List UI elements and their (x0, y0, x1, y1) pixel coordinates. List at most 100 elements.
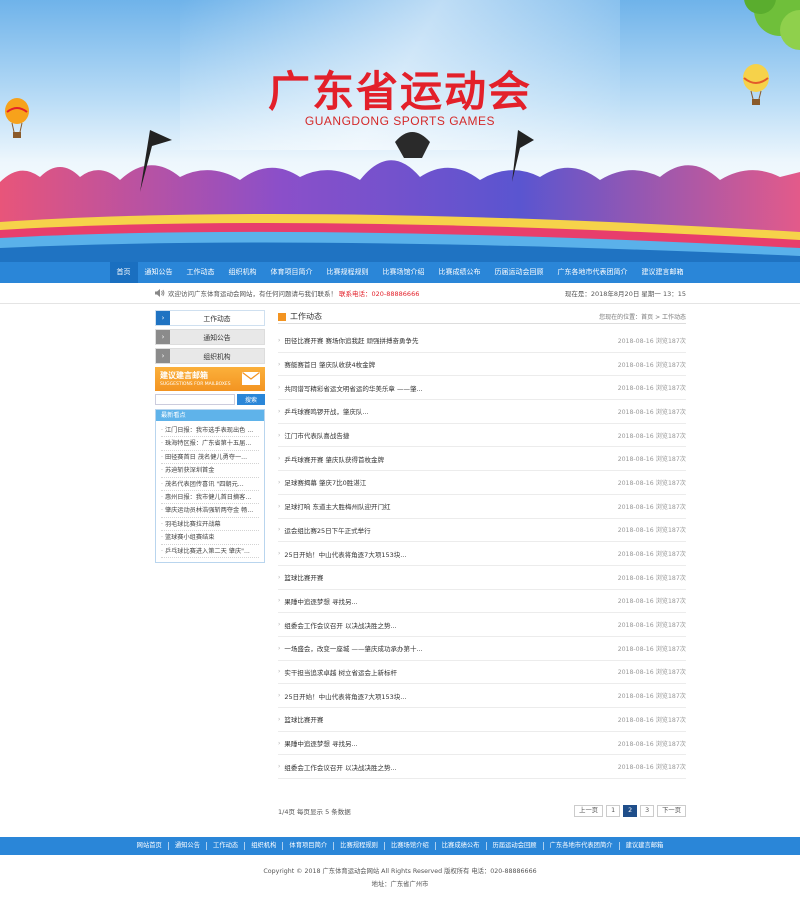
nav-item-results[interactable]: 比赛成绩公布 (432, 262, 488, 283)
list-item[interactable]: 田径赛首日 茂名健儿勇夺一... (161, 451, 259, 465)
article-title[interactable]: 25日开始！中山代表将角逐7大项153块... (284, 549, 617, 559)
page-1-button[interactable]: 1 (606, 805, 621, 817)
prev-page-button[interactable]: 上一页 (574, 805, 604, 817)
article-title[interactable]: 25日开始！中山代表将角逐7大项153块... (284, 691, 617, 701)
article-title[interactable]: 共同谱写精彩省运文明省运的华美乐章 ——肇... (284, 383, 617, 393)
next-page-button[interactable]: 下一页 (657, 805, 686, 817)
article-title[interactable]: 足球打响 东道主大胜梅州队迎开门红 (284, 501, 617, 511)
article-meta: 2018-08-16 浏览187次 (617, 361, 686, 369)
footer-link-delegations[interactable]: 广东各地市代表团简介 (544, 842, 620, 850)
nav-item-organization[interactable]: 组织机构 (222, 262, 264, 283)
bullet-icon: › (278, 431, 281, 439)
sidebar-item-organization[interactable]: › 组织机构 (155, 348, 265, 364)
article-meta: 2018-08-16 浏览187次 (617, 716, 686, 724)
article-row[interactable]: › 田径比赛开赛 赛场你追我赶 顽强拼搏奋勇争先 2018-08-16 浏览187次 (278, 329, 686, 353)
nav-item-venues[interactable]: 比赛场馆介绍 (376, 262, 432, 283)
article-row[interactable]: › 足球赛揭幕 肇庆7比0胜湛江 2018-08-16 浏览187次 (278, 471, 686, 495)
article-title[interactable]: 果陲中追逐梦想 寻找另... (284, 596, 617, 606)
list-item[interactable]: 惠州日报：我市健儿首日摘客... (161, 491, 259, 505)
article-row[interactable]: › 组委会工作会议召开 以决战决胜之势... 2018-08-16 浏览187次 (278, 613, 686, 637)
article-meta: 2018-08-16 浏览187次 (617, 622, 686, 630)
tree-decoration (744, 0, 800, 50)
page-3-button[interactable]: 3 (640, 805, 655, 817)
list-item[interactable]: 篮球赛小组赛结束 (161, 531, 259, 545)
footer-link-rules[interactable]: 比赛规程规则 (334, 842, 385, 850)
nav-item-rules[interactable]: 比赛规程规则 (320, 262, 376, 283)
nav-item-mailbox[interactable]: 建议建言邮箱 (635, 262, 691, 283)
article-title[interactable]: 乒乓球赛鸣锣开战，肇庆队... (284, 406, 617, 416)
list-item[interactable]: 珠海特区报：广东省第十五届... (161, 437, 259, 451)
nav-item-notices[interactable]: 通知公告 (138, 262, 180, 283)
list-item[interactable]: 乒乓球比赛进入第二天 肇庆"... (161, 545, 259, 558)
article-meta: 2018-08-16 浏览187次 (617, 645, 686, 653)
article-row[interactable]: › 江门市代表队喜战告捷 2018-08-16 浏览187次 (278, 424, 686, 448)
article-row[interactable]: › 25日开始！中山代表将角逐7大项153块... 2018-08-16 浏览187… (278, 684, 686, 708)
sidebar-item-notices[interactable]: › 通知公告 (155, 329, 265, 345)
page-2-button[interactable]: 2 (623, 805, 638, 817)
article-title[interactable]: 赛艇赛首日 肇庆队收获4枚金牌 (284, 359, 617, 369)
section-header: 工作动态 您现在的位置：首页 > 工作动态 (278, 310, 686, 324)
article-title[interactable]: 篮球比赛开赛 (284, 572, 617, 582)
pagination-info: 1/4页 每页显示 5 条数据 (278, 808, 351, 816)
article-title[interactable]: 组委会工作会议召开 以决战决胜之势... (284, 762, 617, 772)
list-item[interactable]: 江门日报：我市选手表现出色 ... (161, 424, 259, 438)
sidebar-item-news[interactable]: › 工作动态 (155, 310, 265, 326)
footer-link-sports[interactable]: 体育项目简介 (283, 842, 335, 850)
article-title[interactable]: 足球赛揭幕 肇庆7比0胜湛江 (284, 477, 617, 487)
article-row[interactable]: › 运会组比赛25日下午正式举行 2018-08-16 浏览187次 (278, 519, 686, 543)
article-row[interactable]: › 一场盛会，改变一座城 ——肇庆成功承办第十... 2018-08-16 浏览18… (278, 637, 686, 661)
article-meta: 2018-08-16 浏览187次 (617, 527, 686, 535)
bullet-icon: › (278, 360, 281, 368)
bullet-icon: › (278, 384, 281, 392)
nav-item-history[interactable]: 历届运动会回顾 (488, 262, 551, 283)
footer-link-notices[interactable]: 通知公告 (169, 842, 208, 850)
article-meta: 2018-08-16 浏览187次 (617, 456, 686, 464)
article-title[interactable]: 江门市代表队喜战告捷 (284, 430, 617, 440)
article-row[interactable]: › 共同谱写精彩省运文明省运的华美乐章 ——肇... 2018-08-16 浏览18… (278, 376, 686, 401)
article-row[interactable]: › 果陲中追逐梦想 寻找另... 2018-08-16 浏览187次 (278, 590, 686, 614)
footer-link-venues[interactable]: 比赛场馆介绍 (385, 842, 436, 850)
list-item[interactable]: 茂名代表团传喜讯 "四朝元... (161, 478, 259, 491)
article-row[interactable]: › 25日开始！中山代表将角逐7大项153块... 2018-08-16 浏览187… (278, 542, 686, 566)
article-title[interactable]: 篮球比赛开赛 (284, 714, 617, 724)
list-item[interactable]: 羽毛球比赛拉开战幕 (161, 518, 259, 532)
footer-link-mailbox[interactable]: 建议建言邮箱 (620, 842, 670, 850)
article-title[interactable]: 组委会工作会议召开 以决战决胜之势... (284, 620, 617, 630)
bullet-icon: › (278, 526, 281, 534)
pagination: 1/4页 每页显示 5 条数据 上一页 1 2 3 下一页 (278, 805, 686, 817)
footer-link-history[interactable]: 历届运动会回顾 (487, 842, 544, 850)
article-row[interactable]: › 乒乓球赛开赛 肇庆队获得首枚金牌 2018-08-16 浏览187次 (278, 447, 686, 472)
divider (0, 303, 800, 304)
article-title[interactable]: 运会组比赛25日下午正式举行 (284, 525, 617, 535)
nav-item-sports[interactable]: 体育项目简介 (264, 262, 320, 283)
article-row[interactable]: › 足球打响 东道主大胜梅州队迎开门红 2018-08-16 浏览187次 (278, 495, 686, 519)
suggestion-mailbox-banner[interactable]: 建议建言邮箱 SUGGESTIONS FOR MAILBOXES (155, 367, 265, 391)
article-row[interactable]: › 实干担当追求卓越 树立省运会上新标杆 2018-08-16 浏览187次 (278, 661, 686, 685)
nav-item-delegations[interactable]: 广东各地市代表团简介 (551, 262, 635, 283)
search-input[interactable] (155, 394, 235, 405)
footer-link-home[interactable]: 网站首页 (131, 842, 169, 850)
article-row[interactable]: › 篮球比赛开赛 2018-08-16 浏览187次 (278, 566, 686, 590)
article-title[interactable]: 一场盛会，改变一座城 ——肇庆成功承办第十... (284, 643, 617, 653)
notice-bar: 欢迎访问广东体育运动会网站，有任何问题请与我们联系！ 联系电话：020-8888… (155, 286, 686, 300)
article-row[interactable]: › 赛艇赛首日 肇庆队收获4枚金牌 2018-08-16 浏览187次 (278, 353, 686, 377)
footer-link-organization[interactable]: 组织机构 (245, 842, 284, 850)
article-title[interactable]: 果陲中追逐梦想 寻找另... (284, 738, 617, 748)
pagination-buttons: 上一页 1 2 3 下一页 (574, 805, 686, 817)
article-row[interactable]: › 组委会工作会议召开 以决战决胜之势... 2018-08-16 浏览187次 (278, 755, 686, 780)
article-row[interactable]: › 篮球比赛开赛 2018-08-16 浏览187次 (278, 708, 686, 732)
article-title[interactable]: 田径比赛开赛 赛场你追我赶 顽强拼搏奋勇争先 (284, 335, 617, 345)
footer-link-news[interactable]: 工作动态 (207, 842, 246, 850)
nav-item-home[interactable]: 首页 (109, 262, 138, 283)
list-item[interactable]: 肇庆运动员林浩强斩两夺金 畅... (161, 504, 259, 518)
article-row[interactable]: › 乒乓球赛鸣锣开战，肇庆队... 2018-08-16 浏览187次 (278, 400, 686, 424)
article-title[interactable]: 乒乓球赛开赛 肇庆队获得首枚金牌 (284, 454, 617, 464)
nav-item-news[interactable]: 工作动态 (180, 262, 222, 283)
site-title: 广东省运动会 (267, 67, 532, 116)
breadcrumb: 您现在的位置：首页 > 工作动态 (599, 314, 686, 321)
article-row[interactable]: › 果陲中追逐梦想 寻找另... 2018-08-16 浏览187次 (278, 732, 686, 756)
search-button[interactable]: 搜索 (237, 394, 265, 405)
article-title[interactable]: 实干担当追求卓越 树立省运会上新标杆 (284, 667, 617, 677)
list-item[interactable]: 苏迪斩获深圳首金 (161, 464, 259, 478)
footer-link-results[interactable]: 比赛成绩公布 (436, 842, 487, 850)
